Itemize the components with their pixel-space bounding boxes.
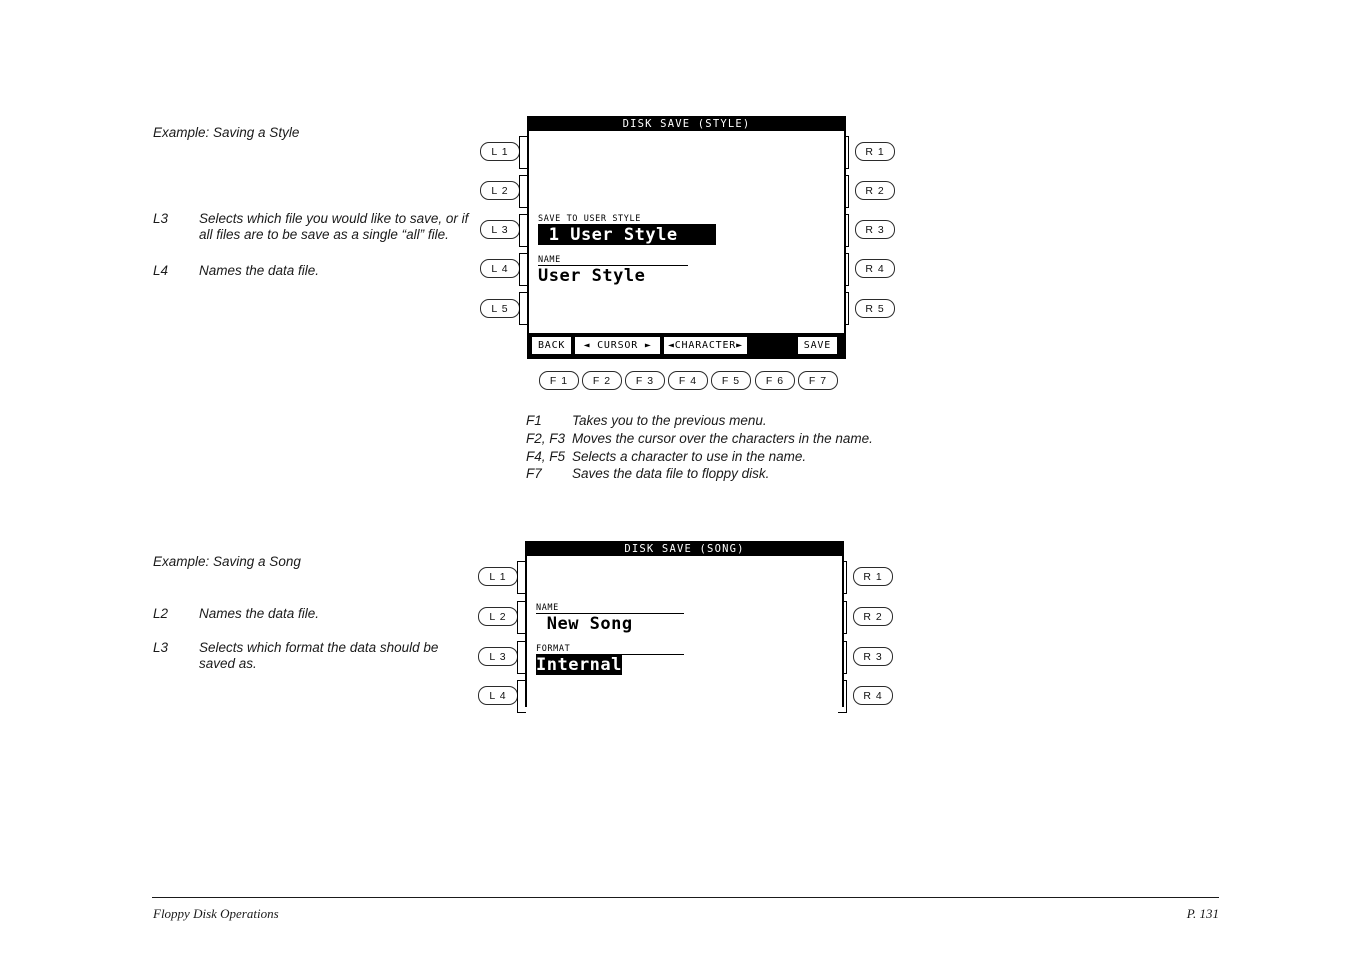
style-description-l4-text: Names the data file. <box>199 263 320 278</box>
function-note-f4f5-key: F4, F5 <box>526 448 566 464</box>
lcd-field-name-label: NAME <box>538 255 561 265</box>
button-f6[interactable]: F 6 <box>755 371 795 390</box>
style-description-l3-text: Selects which file you would like to sav… <box>199 211 469 242</box>
function-note-f7: F7 Saves the data file to floppy disk. <box>526 465 946 483</box>
footer-right-text: P. 131 <box>1186 906 1219 921</box>
song-lcd-field-name-value: New Song <box>536 614 633 634</box>
softkey-back[interactable]: BACK <box>532 336 572 354</box>
button-r2[interactable]: R 2 <box>855 181 895 200</box>
song-button-l4[interactable]: L 4 <box>478 686 518 705</box>
lcd-field-save-to-user-style[interactable]: SAVE TO USER STYLE 1 User Style <box>538 215 716 245</box>
footer-divider <box>152 897 1219 898</box>
lcd-field-name-value: User Style <box>538 266 646 286</box>
song-lcd-field-name[interactable]: NAME New Song <box>536 604 684 634</box>
button-f5[interactable]: F 5 <box>711 371 751 390</box>
button-l3[interactable]: L 3 <box>480 220 520 239</box>
style-description-l3: L3 Selects which file you would like to … <box>153 211 471 243</box>
footer-left-text: Floppy Disk Operations <box>153 906 279 921</box>
button-l2[interactable]: L 2 <box>480 181 520 200</box>
button-l4[interactable]: L 4 <box>480 259 520 278</box>
function-note-f4f5-text: Selects a character to use in the name. <box>572 448 807 464</box>
lcd-screen-disk-save-song: DISK SAVE (SONG) NAME New Song FORMAT In… <box>525 541 844 707</box>
button-r1[interactable]: R 1 <box>855 142 895 161</box>
softkey-save[interactable]: SAVE <box>797 336 837 354</box>
lcd-softkey-bar: BACK ◄ CURSOR ► ◄CHARACTER► SAVE <box>529 333 844 357</box>
function-note-f1-key: F1 <box>526 413 542 428</box>
softkey-spacer <box>750 336 794 354</box>
song-description-l3-text: Selects which format the data should be … <box>199 640 439 671</box>
button-f2[interactable]: F 2 <box>582 371 622 390</box>
song-button-r4[interactable]: R 4 <box>853 686 893 705</box>
lcd-field-name[interactable]: NAME User Style <box>538 256 688 286</box>
song-lcd-field-format-label: FORMAT <box>536 644 571 654</box>
lcd-field-save-to-user-style-value: 1 User Style <box>538 225 716 245</box>
lcd-field-save-to-user-style-label: SAVE TO USER STYLE <box>538 214 641 224</box>
style-description-l4: L4 Names the data file. <box>153 263 471 279</box>
song-description-l2-key: L2 <box>153 606 169 621</box>
song-description-l2-text: Names the data file. <box>199 606 320 621</box>
style-description-l3-key: L3 <box>153 211 169 226</box>
lcd-screen-disk-save-style: DISK SAVE (STYLE) SAVE TO USER STYLE 1 U… <box>527 116 846 359</box>
button-f4[interactable]: F 4 <box>668 371 708 390</box>
button-f3[interactable]: F 3 <box>625 371 665 390</box>
function-notes: F1 Takes you to the previous menu. F2, F… <box>526 412 946 483</box>
style-example-heading: Example: Saving a Style <box>153 125 300 140</box>
function-note-f1: F1 Takes you to the previous menu. <box>526 412 946 430</box>
song-button-l1[interactable]: L 1 <box>478 567 518 586</box>
function-note-f2f3-key: F2, F3 <box>526 430 566 446</box>
song-button-l3[interactable]: L 3 <box>478 647 518 666</box>
function-note-f1-text: Takes you to the previous menu. <box>572 413 767 428</box>
song-description-l3-key: L3 <box>153 640 169 655</box>
function-note-f7-text: Saves the data file to floppy disk. <box>572 466 770 482</box>
song-lcd-field-format[interactable]: FORMAT Internal <box>536 645 684 675</box>
song-description-l3: L3 Selects which format the data should … <box>153 640 471 672</box>
button-l5[interactable]: L 5 <box>480 299 520 318</box>
softkey-character[interactable]: ◄CHARACTER► <box>663 336 747 354</box>
function-note-f7-key: F7 <box>526 466 542 482</box>
song-example-heading: Example: Saving a Song <box>153 554 301 569</box>
softkey-cursor[interactable]: ◄ CURSOR ► <box>575 336 660 354</box>
button-f1[interactable]: F 1 <box>539 371 579 390</box>
song-description-l2: L2 Names the data file. <box>153 606 471 622</box>
lcd-title-style: DISK SAVE (STYLE) <box>529 118 844 131</box>
button-r4[interactable]: R 4 <box>855 259 895 278</box>
song-lcd-field-name-label: NAME <box>536 603 559 613</box>
button-l1[interactable]: L 1 <box>480 142 520 161</box>
button-r5[interactable]: R 5 <box>855 299 895 318</box>
song-button-l2[interactable]: L 2 <box>478 607 518 626</box>
song-lcd-field-format-value: Internal <box>536 655 622 675</box>
song-button-r1[interactable]: R 1 <box>853 567 893 586</box>
style-description-l4-key: L4 <box>153 263 169 278</box>
function-note-f2f3: F2, F3 Moves the cursor over the charact… <box>526 430 946 448</box>
lcd-title-song: DISK SAVE (SONG) <box>527 543 842 556</box>
button-f7[interactable]: F 7 <box>798 371 838 390</box>
function-note-f4f5: F4, F5 Selects a character to use in the… <box>526 448 946 466</box>
song-button-r3[interactable]: R 3 <box>853 647 893 666</box>
song-button-r2[interactable]: R 2 <box>853 607 893 626</box>
function-note-f2f3-text: Moves the cursor over the characters in … <box>572 430 873 446</box>
button-r3[interactable]: R 3 <box>855 220 895 239</box>
